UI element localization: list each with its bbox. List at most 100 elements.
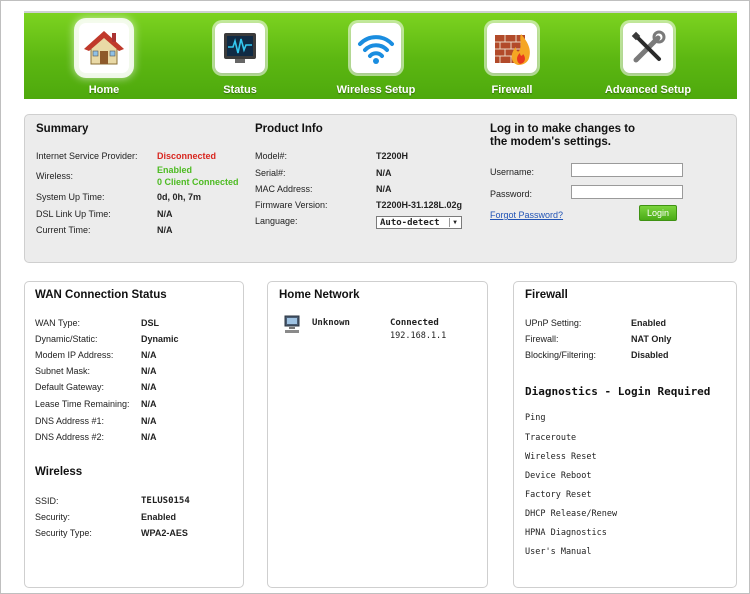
home-network-title: Home Network [279, 289, 360, 301]
main-nav-bar: Home Status Wireless Setup Firewall Adva… [24, 11, 737, 99]
login-button[interactable]: Login [639, 205, 677, 221]
diag-ping-link[interactable]: Ping [525, 413, 545, 423]
wan-label: DNS Address #2: [35, 432, 105, 442]
summary-label: Internet Service Provider: [36, 151, 138, 161]
forgot-password-link[interactable]: Forgot Password? [490, 210, 563, 220]
firewall-label: UPnP Setting: [525, 318, 582, 328]
nav-wireless-setup[interactable]: Wireless Setup [316, 23, 436, 99]
firewall-label: Firewall: [525, 334, 559, 344]
wan-label: Modem IP Address: [35, 350, 114, 360]
firewall-icon [487, 23, 537, 73]
chevron-down-icon: ▼ [449, 218, 460, 227]
password-input[interactable] [571, 185, 683, 199]
security-value: Enabled [141, 512, 177, 522]
diag-device-reboot-link[interactable]: Device Reboot [525, 471, 592, 481]
system-uptime: 0d, 0h, 7m [157, 192, 202, 202]
wan-value: Dynamic [141, 334, 179, 344]
home-network-panel: Home Network Unknown Connected 192.168.1… [267, 281, 488, 588]
dsl-uptime: N/A [157, 209, 173, 219]
summary-label: Current Time: [36, 225, 91, 235]
house-icon [79, 23, 129, 73]
password-label: Password: [490, 189, 533, 199]
page-frame: Home Status Wireless Setup Firewall Adva… [0, 0, 750, 594]
login-title: Log in to make changes to the modem's se… [490, 123, 635, 149]
wan-value: N/A [141, 416, 157, 426]
username-input[interactable] [571, 163, 683, 177]
nav-wireless-setup-label: Wireless Setup [336, 84, 416, 96]
tools-icon [623, 23, 673, 73]
product-label: Model#: [255, 151, 288, 161]
wan-value: N/A [141, 432, 157, 442]
wan-label: WAN Type: [35, 318, 81, 328]
firewall-title: Firewall [525, 289, 568, 301]
current-time: N/A [157, 225, 173, 235]
diag-wireless-reset-link[interactable]: Wireless Reset [525, 452, 597, 462]
product-label: MAC Address: [255, 184, 313, 194]
nav-firewall-label: Firewall [491, 84, 533, 96]
model-value: T2200H [376, 151, 409, 161]
serial-value: N/A [376, 168, 392, 178]
wan-label: Default Gateway: [35, 382, 105, 392]
firewall-label: Blocking/Filtering: [525, 350, 597, 360]
nav-home[interactable]: Home [44, 23, 164, 99]
wireless-label: Security: [35, 512, 71, 522]
wireless-label: SSID: [35, 496, 59, 506]
nav-status[interactable]: Status [180, 23, 300, 99]
summary-label: Wireless: [36, 171, 74, 181]
computer-icon[interactable] [284, 315, 300, 337]
wan-title: WAN Connection Status [35, 289, 167, 301]
device-status: Connected [390, 318, 439, 328]
login-title-line2: the modem's settings. [490, 136, 611, 148]
upnp-value: Enabled [631, 318, 667, 328]
wan-value: DSL [141, 318, 159, 328]
isp-status: Disconnected [157, 151, 217, 161]
mac-value: N/A [376, 184, 392, 194]
language-select-value: Auto-detect [380, 218, 440, 228]
wan-label: DNS Address #1: [35, 416, 105, 426]
firmware-value: T2200H-31.128L.02g [376, 200, 463, 210]
ssid-value: TELUS0154 [141, 496, 190, 506]
firewall-value: NAT Only [631, 334, 672, 344]
wan-label: Dynamic/Static: [35, 334, 98, 344]
wan-label: Subnet Mask: [35, 366, 91, 376]
device-ip: 192.168.1.1 [390, 331, 447, 341]
summary-label: System Up Time: [36, 192, 105, 202]
wifi-icon [351, 23, 401, 73]
diagnostics-title: Diagnostics - Login Required [525, 385, 711, 398]
nav-advanced-setup[interactable]: Advanced Setup [588, 23, 708, 99]
nav-advanced-setup-label: Advanced Setup [604, 84, 692, 96]
wireless-status: Enabled [157, 165, 193, 175]
product-info-title: Product Info [255, 123, 323, 135]
wan-panel: WAN Connection Status WAN Type: DSL Dyna… [24, 281, 244, 588]
login-title-line1: Log in to make changes to [490, 123, 636, 135]
monitor-icon [215, 23, 265, 73]
diag-hpna-link[interactable]: HPNA Diagnostics [525, 528, 607, 538]
diag-dhcp-link[interactable]: DHCP Release/Renew [525, 509, 617, 519]
username-label: Username: [490, 167, 535, 177]
wireless-label: Security Type: [35, 528, 92, 538]
summary-label: DSL Link Up Time: [36, 209, 111, 219]
wireless-title: Wireless [35, 466, 83, 478]
blocking-value: Disabled [631, 350, 669, 360]
nav-status-label: Status [223, 84, 257, 96]
wireless-clients: 0 Client Connected [157, 177, 239, 187]
security-type-value: WPA2-AES [141, 528, 188, 538]
wan-value: N/A [141, 382, 157, 392]
diag-traceroute-link[interactable]: Traceroute [525, 433, 576, 443]
wan-value: N/A [141, 399, 157, 409]
language-select[interactable]: Auto-detect ▼ [376, 216, 462, 229]
firewall-panel: Firewall UPnP Setting: Enabled Firewall:… [513, 281, 737, 588]
wan-label: Lease Time Remaining: [35, 399, 130, 409]
diag-user-manual-link[interactable]: User's Manual [525, 547, 592, 557]
language-label: Language: [255, 216, 298, 226]
product-label: Firmware Version: [255, 200, 328, 210]
product-label: Serial#: [255, 168, 286, 178]
nav-firewall[interactable]: Firewall [452, 23, 572, 99]
diag-factory-reset-link[interactable]: Factory Reset [525, 490, 592, 500]
wan-value: N/A [141, 366, 157, 376]
device-name[interactable]: Unknown [312, 318, 350, 328]
wan-value: N/A [141, 350, 157, 360]
nav-home-label: Home [88, 84, 120, 96]
summary-title: Summary [36, 123, 89, 135]
summary-panel: Summary Internet Service Provider: Disco… [24, 114, 737, 263]
